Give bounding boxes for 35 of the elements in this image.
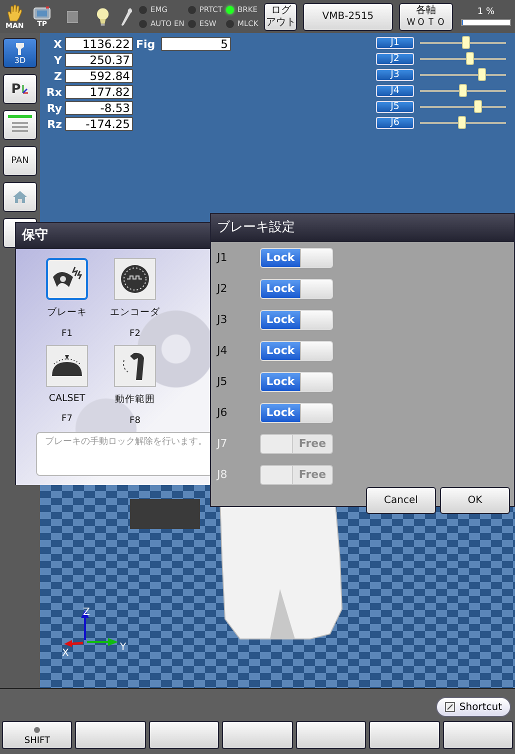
coordinate-label: X <box>52 38 62 50</box>
coordinate-field: -8.53 <box>65 101 133 115</box>
axis-label: Y <box>120 642 126 653</box>
coordinate-label: Ry <box>46 102 62 114</box>
coordinate-field: -174.25 <box>65 117 133 131</box>
speed-reading: 1 % <box>477 7 495 17</box>
joint-label: J3 <box>217 313 228 326</box>
joint-label: J2 <box>217 282 228 295</box>
function-key-label: F1 <box>62 329 72 339</box>
axis-label: Z <box>83 607 90 618</box>
function-key-label: F2 <box>130 329 140 339</box>
coordinate-label: Rz <box>46 118 62 130</box>
joint-label: J4 <box>217 344 228 357</box>
coordinate-field: 1136.22 <box>65 37 133 51</box>
dialog-title: ブレーキ設定 <box>211 214 514 242</box>
coordinate-label: Rx <box>45 86 62 98</box>
function-label: CALSET <box>48 393 86 404</box>
function-key-label: F7 <box>62 414 72 424</box>
joint-label: J6 <box>217 406 228 419</box>
figure-field: 5 <box>161 37 231 51</box>
function-key-label: F8 <box>130 416 140 426</box>
axis-label: X <box>62 648 69 659</box>
coordinate-field: 177.82 <box>65 85 133 99</box>
coordinate-field: 592.84 <box>65 69 133 83</box>
coordinate-field: 250.37 <box>65 53 133 67</box>
joint-label: J7 <box>217 437 228 450</box>
joint-label: J1 <box>217 251 228 264</box>
joint-label: J8 <box>217 468 228 481</box>
function-label: ブレーキ <box>47 306 87 319</box>
function-label: 動作範囲 <box>115 393 155 406</box>
coordinate-label: Z <box>53 70 62 82</box>
function-label: エンコーダ <box>110 306 160 319</box>
joint-label: J5 <box>217 375 228 388</box>
coordinate-label: Y <box>53 54 62 66</box>
figure-label: Fig <box>136 38 156 50</box>
